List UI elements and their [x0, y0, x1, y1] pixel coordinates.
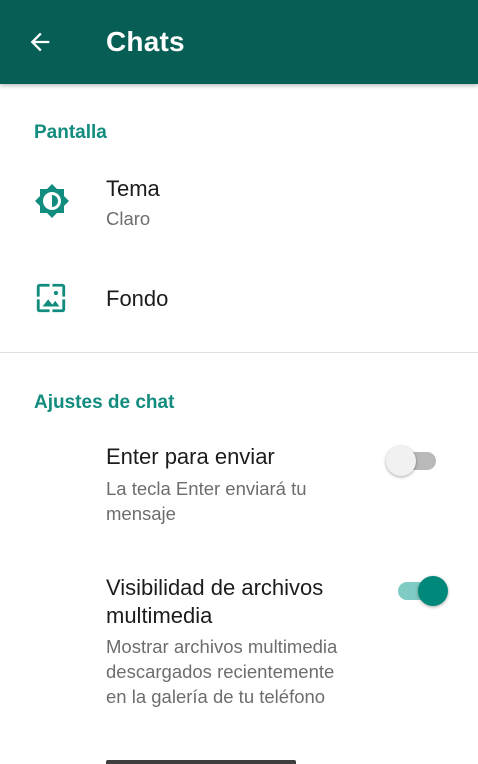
- next-setting-cutoff[interactable]: [0, 752, 478, 764]
- enter-to-send-setting[interactable]: Enter para enviar La tecla Enter enviará…: [0, 440, 478, 530]
- back-button[interactable]: [18, 22, 62, 62]
- section-header-display: Pantalla: [34, 122, 107, 143]
- media-visibility-setting[interactable]: Visibilidad de archivos multimedia Mostr…: [0, 570, 478, 710]
- theme-value: Claro: [106, 208, 151, 229]
- enter-to-send-subtitle: La tecla Enter enviará tu mensaje: [106, 478, 307, 524]
- media-visibility-subtitle: Mostrar archivos multimedia descargados …: [106, 636, 338, 707]
- wallpaper-setting[interactable]: Fondo: [0, 270, 478, 330]
- media-visibility-title: Visibilidad de archivos multimedia: [106, 575, 324, 628]
- wallpaper-title: Fondo: [106, 286, 169, 311]
- section-divider: [0, 352, 478, 353]
- brightness-icon: [35, 184, 69, 218]
- enter-to-send-toggle[interactable]: [386, 445, 440, 476]
- theme-setting[interactable]: Tema Claro: [0, 165, 478, 245]
- enter-to-send-title: Enter para enviar: [106, 444, 275, 469]
- page-title: Chats: [106, 26, 185, 57]
- wallpaper-icon: [36, 283, 66, 313]
- section-header-chat-settings: Ajustes de chat: [34, 392, 175, 413]
- media-visibility-toggle[interactable]: [396, 575, 450, 606]
- theme-title: Tema: [106, 176, 160, 201]
- arrow-left-icon: [30, 32, 50, 52]
- app-bar: Chats: [0, 0, 478, 84]
